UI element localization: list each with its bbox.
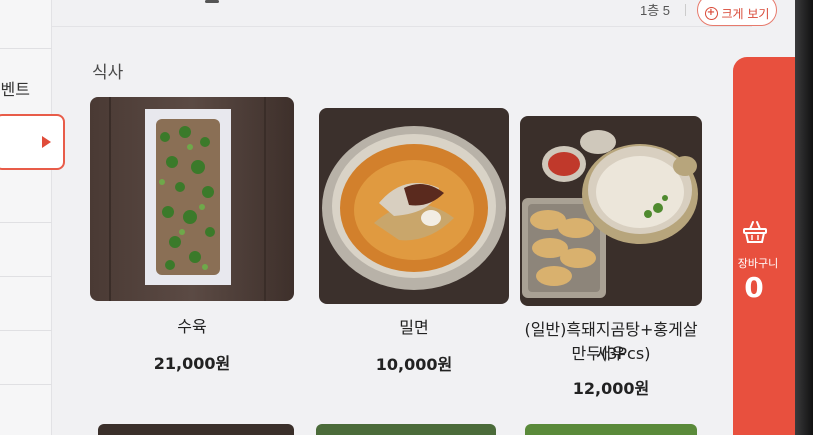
plus-circle-icon: +	[704, 6, 718, 20]
floor-indicator: 1층 5	[640, 3, 671, 18]
product-name-line2: 만두(3Pcs)	[571, 344, 651, 363]
product-image-milmyeon	[319, 108, 509, 304]
product-price: 10,000원	[375, 355, 453, 374]
basket-icon	[743, 221, 767, 243]
product-image-next[interactable]	[525, 424, 697, 435]
product-card-gomtang[interactable]: (일반)흑돼지곰탕+홍게살 새우 만두(3Pcs) 12,000원	[520, 116, 702, 398]
zoom-view-button[interactable]: + 크게 보기	[697, 0, 777, 26]
triangle-right-icon	[42, 136, 51, 148]
product-name: 밀면	[399, 318, 429, 337]
sidebar-divider	[0, 48, 52, 49]
product-image-next[interactable]	[316, 424, 496, 435]
product-price: 12,000원	[572, 379, 650, 398]
sidebar-divider	[0, 222, 52, 223]
product-image-suyuk	[90, 97, 294, 301]
sidebar-item-meal-active[interactable]	[0, 114, 65, 170]
cart-label: 장바구니	[737, 257, 779, 270]
sidebar-item-event[interactable]: 벤트	[0, 60, 52, 112]
sidebar-item-event-label: 벤트	[0, 80, 30, 99]
scroll-indicator	[205, 0, 219, 3]
product-card-milmyeon[interactable]: 밀면 10,000원	[319, 108, 509, 378]
sidebar-divider	[0, 330, 52, 331]
cart-count: 0	[744, 271, 764, 304]
category-sidebar: 벤트	[0, 0, 52, 435]
device-bezel	[795, 0, 813, 435]
product-image-gomtang	[520, 116, 702, 306]
sidebar-item-top[interactable]	[0, 0, 52, 40]
product-name: 수육	[177, 317, 207, 336]
kiosk-screen: 벤트 1층 5 + 크게 보기 식사 수육 21,000원 밀면 10,000원…	[0, 0, 800, 435]
header-divider	[52, 26, 752, 27]
product-card-suyuk[interactable]: 수육 21,000원	[90, 97, 294, 377]
cart-panel[interactable]: 장바구니 0	[733, 57, 800, 435]
zoom-view-label: 크게 보기	[721, 6, 770, 21]
product-price: 21,000원	[153, 354, 231, 373]
sidebar-divider	[0, 384, 52, 385]
sidebar-divider	[0, 276, 52, 277]
section-title: 식사	[92, 63, 124, 83]
product-image-next[interactable]	[98, 424, 294, 435]
header-separator	[685, 4, 686, 16]
